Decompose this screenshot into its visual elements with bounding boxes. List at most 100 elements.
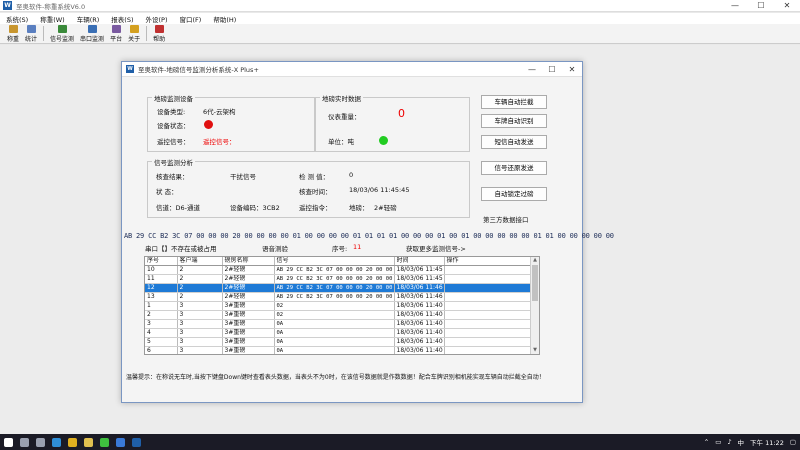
col-time[interactable]: 时间 [394,257,445,267]
cell-signal: AB 29 CC B2 3C 07 00 00 00 20 00 00 ... [274,274,395,285]
col-op[interactable]: 操作 [444,257,532,267]
cell-seq: 5 [145,337,178,348]
dialog-close-button[interactable]: ✕ [562,62,582,77]
cell-signal: AB 29 CC B2 3C 07 00 00 00 20 00 00 ... [274,292,395,303]
auto-lock-button[interactable]: 自动锁定过磅 [481,187,547,201]
table-row[interactable]: 4 3 3#重磅 0A 18/03/06 11:40 [145,328,532,339]
remote-signal-value: 遥控信号： [203,138,236,146]
toolbar-separator [43,26,45,41]
wechat-taskbar-button[interactable] [96,434,112,450]
wechat-icon [99,437,109,447]
store-taskbar-button[interactable] [112,434,128,450]
cell-op [444,265,532,276]
scroll-up-icon[interactable]: ▲ [531,257,539,264]
cell-time: 18/03/06 11:40 [394,337,445,348]
table-row[interactable]: 1 3 3#重磅 02 18/03/06 11:40 [145,301,532,312]
check-time-value: 18/03/06 11:45:45 [349,186,410,194]
menu-help[interactable]: 帮助(H) [213,14,236,24]
sms-auto-send-button[interactable]: 短信自动发送 [481,135,547,149]
maximize-button[interactable]: ☐ [748,0,774,12]
table-row[interactable]: 12 2 2#轻磅 AB 29 CC B2 3C 07 00 00 00 20 00 … [145,283,532,294]
cell-room: 3#重磅 [222,337,275,348]
table-row[interactable]: 10 2 2#轻磅 AB 29 CC B2 3C 07 00 00 00 20 00 … [145,265,532,276]
cell-client: 3 [177,319,223,330]
scroll-down-icon[interactable]: ▼ [531,347,539,354]
search-taskbar-button[interactable] [16,434,32,450]
serial-icon [87,24,97,33]
scale-icon [8,24,18,33]
cell-time: 18/03/06 11:40 [394,301,445,312]
input-method-indicator[interactable]: 中 [738,437,745,447]
table-row[interactable]: 13 2 2#轻磅 AB 29 CC B2 3C 07 00 00 00 20 00 … [145,292,532,303]
more-signals-link[interactable]: 获取更多监测信号-> [406,243,466,253]
network-icon[interactable]: ▭ [715,438,721,446]
cell-signal: AB 29 CC B2 3C 07 00 00 00 20 00 00 ... [274,283,395,294]
col-room[interactable]: 磅房名称 [222,257,275,267]
menu-weigh[interactable]: 称重(W) [40,14,65,24]
close-button[interactable]: ✕ [774,0,800,12]
cell-signal: 0A [274,337,395,348]
table-row[interactable]: 5 3 3#重磅 0A 18/03/06 11:40 [145,337,532,348]
dialog-controls: — ☐ ✕ [522,62,582,77]
dialog-maximize-button[interactable]: ☐ [542,62,562,77]
remote-cmd-label: 遥控指令： [299,204,332,212]
signal-monitor-button[interactable]: 信号监测 [47,24,77,43]
task-view-taskbar-button[interactable] [32,434,48,450]
col-seq[interactable]: 序号 [145,257,178,267]
voice-test-label[interactable]: 语音测验 [262,243,288,253]
serial-port-status: 串口【】不存在或被占用 [145,245,217,253]
menu-peripheral[interactable]: 外设(P) [146,14,168,24]
cell-signal: 02 [274,301,395,312]
seq-label: 序号: [332,245,348,253]
edge-taskbar-button[interactable] [48,434,64,450]
menu-report[interactable]: 报表(S) [111,14,133,24]
table-row[interactable]: 2 3 3#重磅 02 18/03/06 11:40 [145,310,532,321]
table-row[interactable]: 11 2 2#轻磅 AB 29 CC B2 3C 07 00 00 00 20 00 … [145,274,532,285]
table-scrollbar[interactable]: ▲ ▼ [530,257,539,354]
check-time-label: 核查时间： [299,188,332,196]
device-legend: 地磅监测设备 [152,93,195,103]
dialog-minimize-button[interactable]: — [522,62,542,77]
explorer-taskbar-button[interactable] [80,434,96,450]
cell-op [444,283,532,294]
platform-button[interactable]: 平台 [107,24,125,43]
cell-room: 3#重磅 [222,319,275,330]
table-row[interactable]: 6 3 3#重磅 0A 18/03/06 11:40 [145,346,532,354]
notifications-icon[interactable]: ▢ [790,438,796,446]
cell-client: 2 [177,292,223,303]
third-party-interface-label[interactable]: 第三方数据接口 [483,214,529,224]
weigh-button[interactable]: 称重 [4,24,22,43]
explorer-icon [83,437,93,447]
help-button[interactable]: 帮助 [150,24,168,43]
table-header-row: 序号 客户端 磅房名称 信号 时间 操作 [145,257,532,267]
about-button[interactable]: 关于 [125,24,143,43]
tray-icon[interactable]: ⌃ [704,438,709,446]
clock[interactable]: 下午 11:22 [750,437,784,447]
app-taskbar-button[interactable] [128,434,144,450]
menu-system[interactable]: 系统(S) [6,14,28,24]
cell-seq: 6 [145,346,178,354]
scroll-thumb[interactable] [532,265,538,301]
minimize-button[interactable]: — [722,0,748,12]
signal-restore-button[interactable]: 信号还原发送 [481,161,547,175]
chrome-taskbar-button[interactable] [64,434,80,450]
signal-icon [57,24,67,33]
col-client[interactable]: 客户端 [177,257,223,267]
start-taskbar-button[interactable] [0,434,16,450]
stats-icon [26,24,36,33]
volume-icon[interactable]: ♪ [727,438,731,446]
menu-vehicle[interactable]: 车辆(R) [77,14,100,24]
stats-button[interactable]: 统计 [22,24,40,43]
remote-signal-label: 遥控信号： [157,138,190,146]
cell-seq: 2 [145,310,178,321]
auto-intercept-button[interactable]: 车辆自动拦截 [481,95,547,109]
col-signal[interactable]: 信号 [274,257,395,267]
cell-client: 3 [177,328,223,339]
table-row[interactable]: 3 3 3#重磅 0A 18/03/06 11:40 [145,319,532,330]
cell-time: 18/03/06 11:40 [394,346,445,354]
check-result-value: 干扰信号 [230,173,256,181]
serial-monitor-button[interactable]: 串口监测 [77,24,107,43]
cell-client: 3 [177,310,223,321]
plate-recognition-button[interactable]: 车牌自动识别 [481,114,547,128]
menu-window[interactable]: 窗口(F) [180,14,202,24]
